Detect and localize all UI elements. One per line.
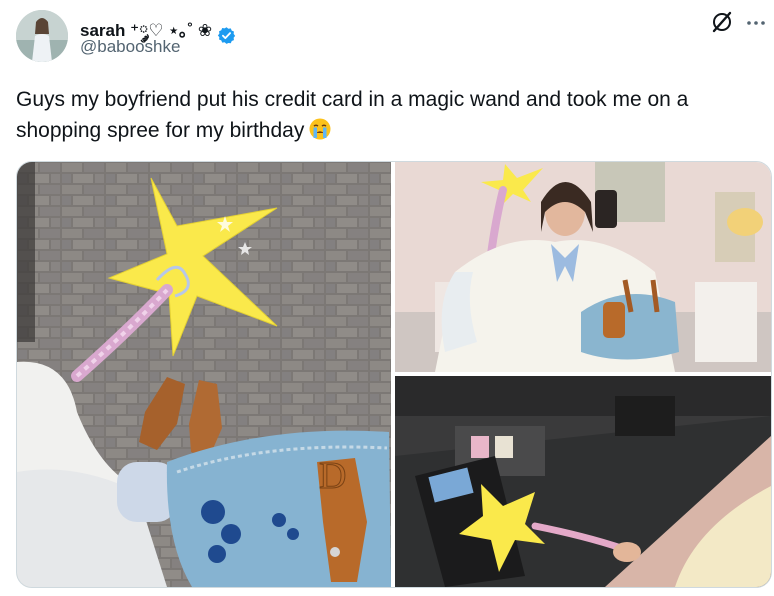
avatar[interactable] bbox=[16, 10, 68, 62]
wand-at-card-terminal-photo[interactable] bbox=[395, 376, 771, 587]
grok-icon[interactable] bbox=[710, 10, 734, 34]
media-grid: D bbox=[16, 161, 772, 588]
mirror-selfie-photo[interactable] bbox=[395, 162, 771, 372]
verified-badge-icon bbox=[218, 26, 236, 44]
user-handle[interactable]: @babooshke bbox=[80, 37, 180, 57]
tweet-text: Guys my boyfriend put his credit card in… bbox=[16, 84, 766, 146]
avatar-photo bbox=[16, 10, 68, 62]
svg-text:D: D bbox=[319, 455, 346, 497]
tweet-body: Guys my boyfriend put his credit card in… bbox=[16, 88, 689, 142]
more-options-icon[interactable] bbox=[745, 12, 767, 34]
wand-on-pavement-photo[interactable]: D bbox=[17, 162, 391, 587]
crying-face-emoji-icon bbox=[309, 118, 331, 140]
